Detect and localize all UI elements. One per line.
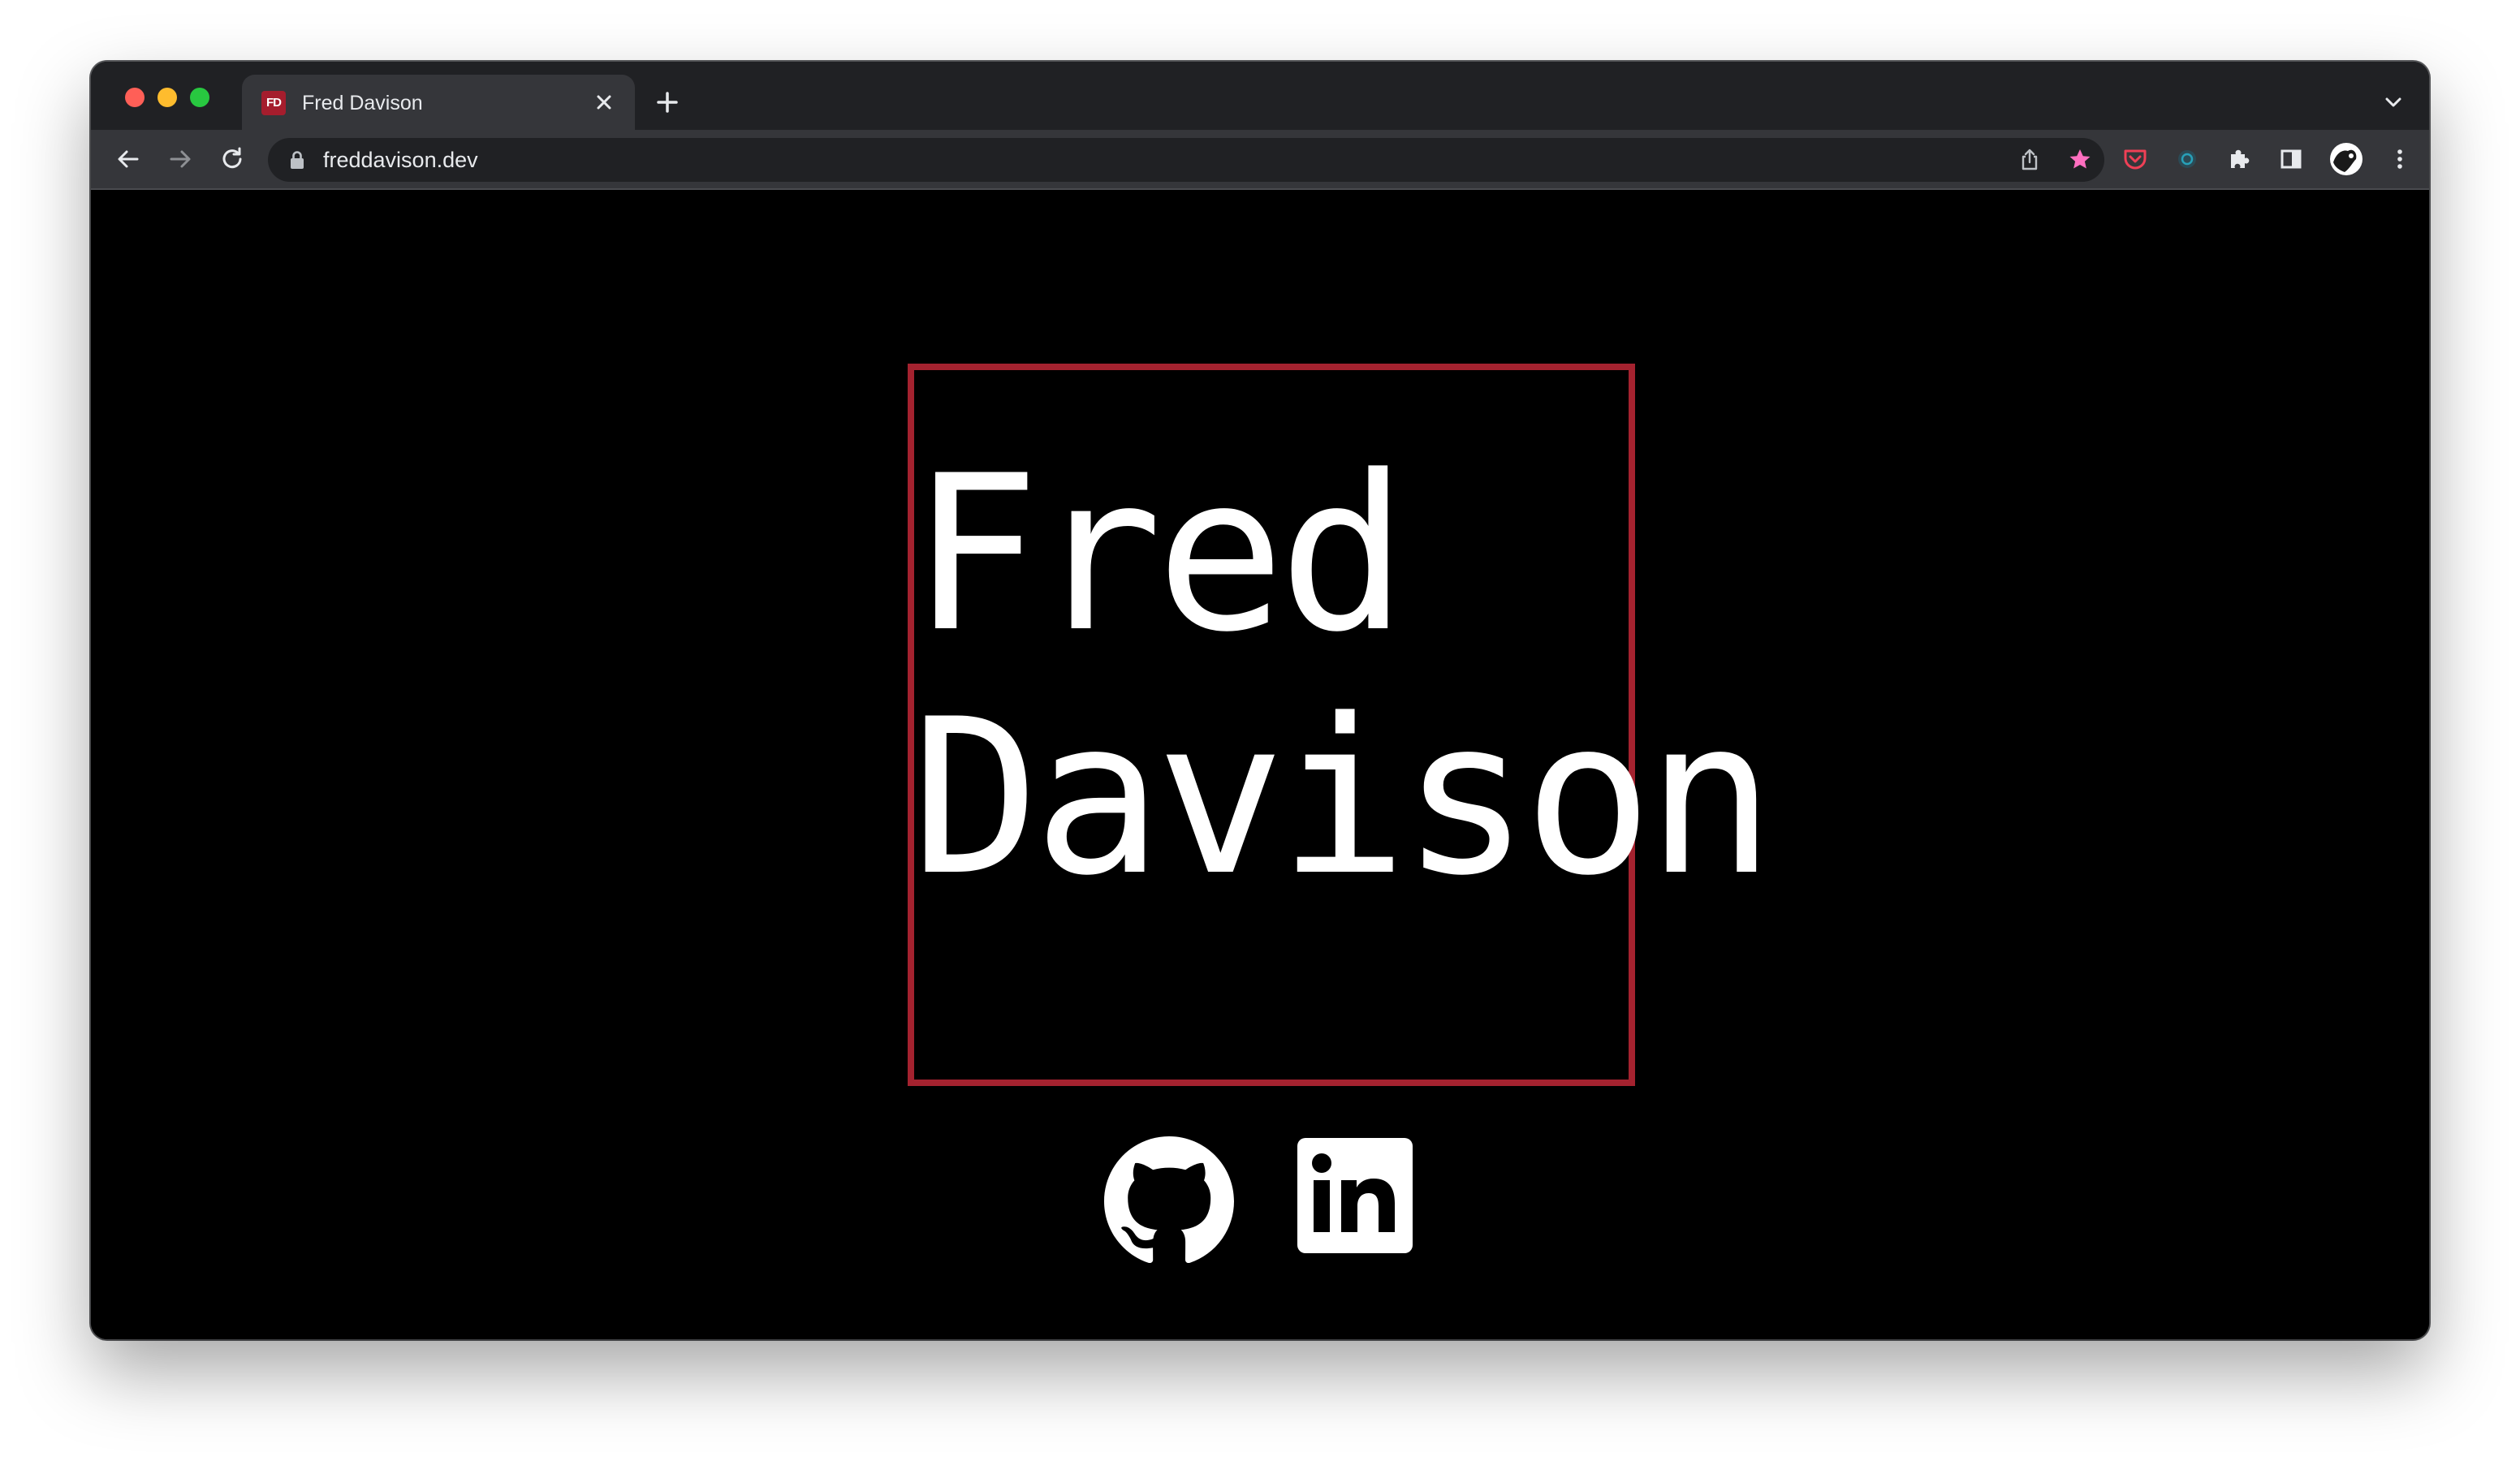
share-icon	[2022, 149, 2038, 170]
github-icon	[1104, 1136, 1234, 1264]
browser-window: FD Fred Davison freddavison.dev Fred Dav…	[91, 62, 2429, 1339]
reload-icon	[222, 147, 242, 169]
page-content: Fred Davison	[91, 190, 2429, 1339]
arrow-right-icon	[170, 150, 191, 168]
puzzle-icon	[2231, 149, 2250, 168]
pocket-icon	[2124, 149, 2147, 170]
linkedin-icon	[1297, 1138, 1413, 1253]
favicon-icon: FD	[261, 91, 286, 115]
name-first: Fred	[911, 430, 1408, 679]
bookmark-button[interactable]	[2065, 145, 2095, 175]
star-icon	[2069, 149, 2091, 169]
kebab-menu-icon	[2397, 149, 2402, 169]
extension-button[interactable]	[2173, 144, 2202, 174]
arrow-left-icon	[118, 150, 139, 168]
back-button[interactable]	[114, 144, 143, 174]
github-link[interactable]	[1104, 1136, 1234, 1266]
extension-circle-icon	[2178, 150, 2196, 168]
close-window-button[interactable]	[125, 88, 145, 107]
reload-button[interactable]	[218, 144, 247, 174]
minimize-window-button[interactable]	[158, 88, 177, 107]
tab-close-button[interactable]	[589, 88, 619, 117]
name-last: Davison	[911, 674, 1776, 923]
tab-active[interactable]: FD Fred Davison	[242, 75, 635, 130]
tab-strip: FD Fred Davison	[91, 62, 2429, 130]
plus-icon	[657, 92, 678, 113]
tab-title: Fred Davison	[302, 92, 423, 114]
linkedin-link[interactable]	[1297, 1138, 1413, 1253]
avatar	[2330, 143, 2362, 175]
forward-button[interactable]	[166, 144, 195, 174]
maximize-window-button[interactable]	[190, 88, 209, 107]
tab-search-button[interactable]	[2380, 89, 2406, 115]
extensions-menu-button[interactable]	[2224, 144, 2254, 174]
url-text[interactable]: freddavison.dev	[323, 149, 478, 171]
lock-icon[interactable]	[289, 150, 305, 170]
new-tab-button[interactable]	[651, 86, 684, 119]
browser-menu-button[interactable]	[2385, 144, 2414, 174]
close-icon	[597, 95, 611, 110]
chevron-down-icon	[2385, 97, 2401, 107]
pocket-extension-button[interactable]	[2121, 144, 2150, 174]
profile-button[interactable]	[2328, 141, 2364, 177]
side-panel-icon	[2281, 149, 2302, 169]
browser-toolbar: freddavison.dev	[91, 130, 2429, 190]
side-panel-button[interactable]	[2276, 144, 2306, 174]
share-button[interactable]	[2015, 145, 2044, 175]
address-bar[interactable]: freddavison.dev	[268, 138, 2104, 182]
